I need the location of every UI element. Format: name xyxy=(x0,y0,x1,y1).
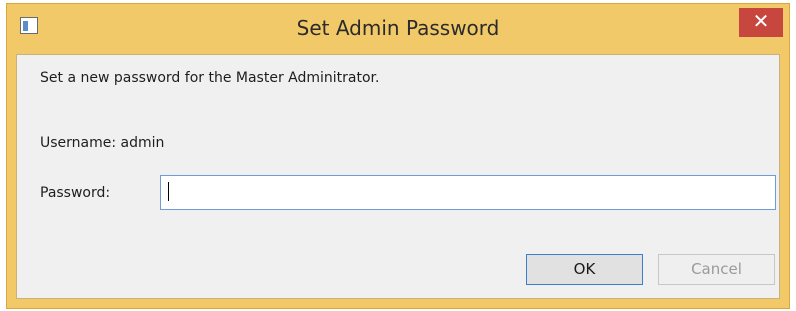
password-input[interactable] xyxy=(160,175,776,210)
window-title: Set Admin Password xyxy=(296,16,500,40)
text-caret xyxy=(168,182,169,201)
username-text: Username: admin xyxy=(40,135,165,151)
instruction-text: Set a new password for the Master Admini… xyxy=(40,70,380,86)
dialog-body: Set a new password for the Master Admini… xyxy=(16,54,780,299)
title-bar[interactable]: Set Admin Password ✕ xyxy=(7,4,789,50)
password-label: Password: xyxy=(40,185,111,201)
ok-button[interactable]: OK xyxy=(526,254,643,285)
cancel-button[interactable]: Cancel xyxy=(658,254,775,285)
close-button[interactable]: ✕ xyxy=(739,8,783,37)
close-icon: ✕ xyxy=(752,9,770,33)
dialog-window: Set Admin Password ✕ Set a new password … xyxy=(6,3,790,309)
